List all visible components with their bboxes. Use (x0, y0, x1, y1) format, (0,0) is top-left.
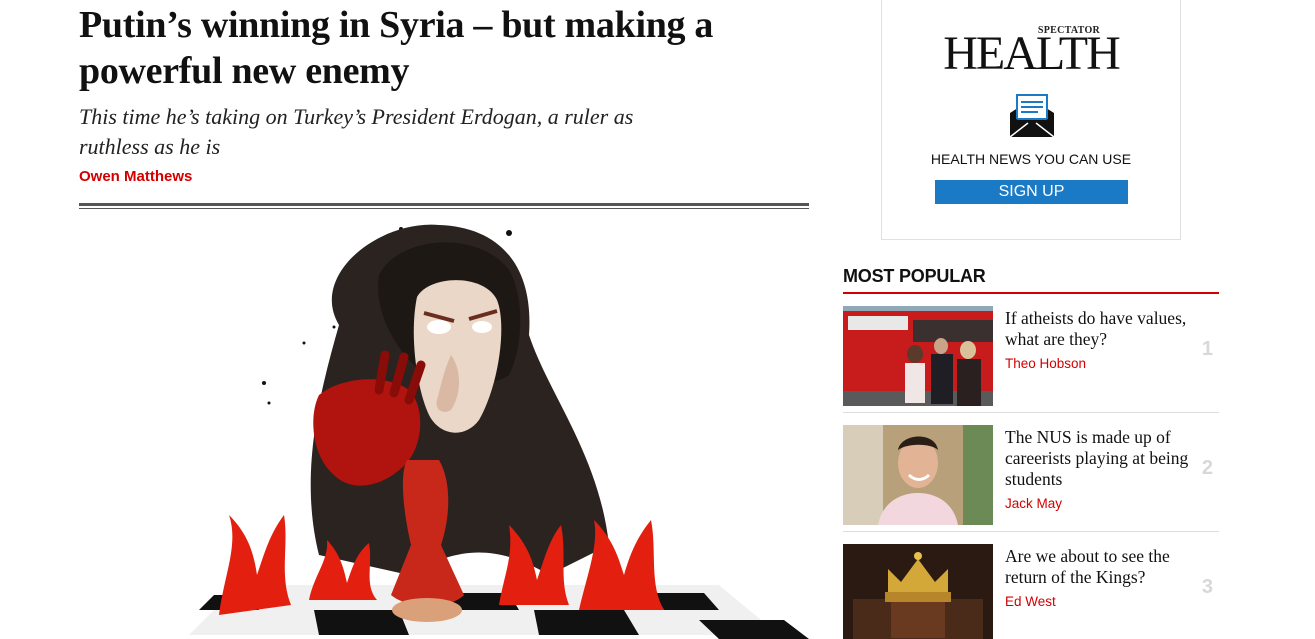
crown-photo (843, 544, 993, 639)
most-popular-section: MOST POPULAR If atheists do have values,… (843, 266, 1219, 639)
popular-item-author[interactable]: Jack May (1005, 493, 1195, 514)
man-portrait-photo (843, 425, 993, 525)
popular-item-thumbnail[interactable] (843, 306, 993, 406)
popular-item-title[interactable]: Are we about to see the return of the Ki… (1005, 546, 1195, 612)
popular-item-title-text[interactable]: Are we about to see the return of the Ki… (1005, 546, 1170, 587)
article-hero-image (79, 215, 809, 639)
ad-tagline: HEALTH NEWS YOU CAN USE (930, 151, 1132, 167)
most-popular-heading: MOST POPULAR (843, 266, 1219, 294)
popular-item-thumbnail[interactable] (843, 544, 993, 639)
spectator-health-ad[interactable]: SPECTATOR HEALTH HEALTH NEWS YOU CAN USE… (881, 0, 1181, 240)
popular-item: The NUS is made up of careerists playing… (843, 413, 1219, 532)
popular-item-title-text[interactable]: If atheists do have values, what are the… (1005, 308, 1186, 349)
putin-chess-cartoon (189, 224, 809, 639)
popular-item: Are we about to see the return of the Ki… (843, 532, 1219, 639)
atheist-bus-photo (843, 306, 993, 406)
popular-item-title-text[interactable]: The NUS is made up of careerists playing… (1005, 427, 1188, 489)
popular-item-thumbnail[interactable] (843, 425, 993, 525)
sign-up-button[interactable]: SIGN UP (935, 180, 1128, 204)
article-header: Putin’s winning in Syria – but making a … (79, 0, 809, 209)
popular-item-author[interactable]: Ed West (1005, 591, 1195, 612)
popular-item-rank: 3 (1201, 576, 1213, 598)
popular-item-rank: 1 (1201, 338, 1213, 360)
popular-item-title[interactable]: The NUS is made up of careerists playing… (1005, 427, 1195, 514)
article-standfirst: This time he’s taking on Turkey’s Presid… (79, 104, 634, 159)
popular-item-title[interactable]: If atheists do have values, what are the… (1005, 308, 1195, 374)
article-headline: Putin’s winning in Syria – but making a … (79, 4, 714, 92)
header-divider (79, 203, 809, 209)
ad-brand-large: HEALTH (943, 27, 1121, 80)
envelope-newsletter-icon (1009, 94, 1055, 138)
popular-item-author[interactable]: Theo Hobson (1005, 353, 1195, 374)
article-author-link[interactable]: Owen Matthews (79, 168, 809, 185)
popular-item: If atheists do have values, what are the… (843, 294, 1219, 413)
popular-item-rank: 2 (1201, 457, 1213, 479)
